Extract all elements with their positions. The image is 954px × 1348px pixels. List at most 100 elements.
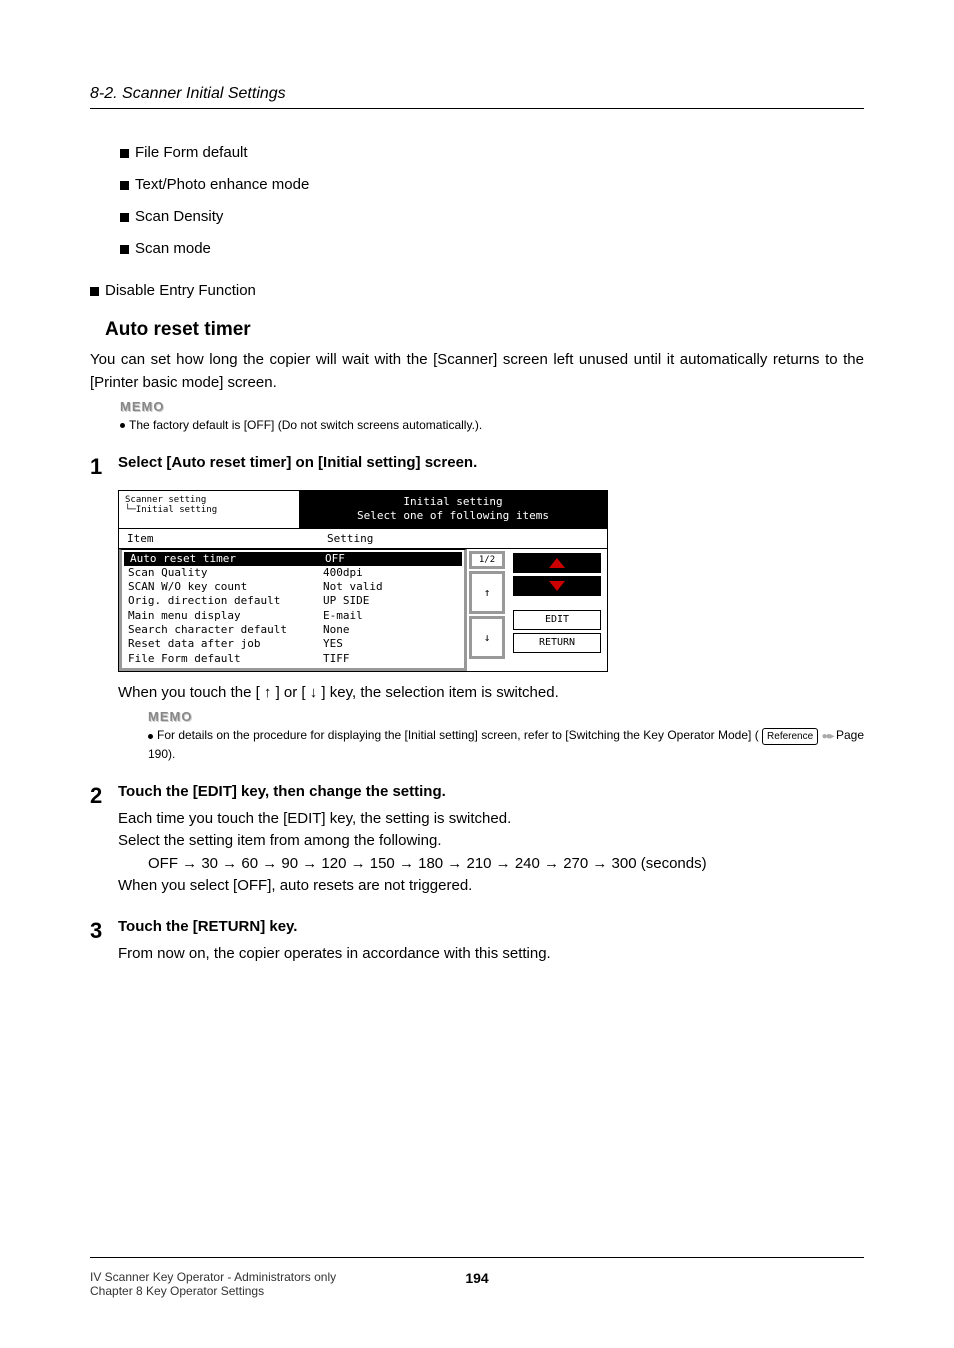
list-row: Orig. direction defaultUP SIDE [122, 594, 464, 608]
list-row: SCAN W/O key countNot valid [122, 580, 464, 594]
footer-line1: IV Scanner Key Operator - Administrators… [90, 1270, 336, 1284]
return-button[interactable]: RETURN [513, 633, 601, 653]
footer-left: IV Scanner Key Operator - Administrators… [90, 1270, 336, 1298]
list-row: Auto reset timerOFF [124, 552, 462, 566]
square-bullet-icon [120, 181, 129, 190]
bullet-item: Text/Photo enhance mode [120, 176, 864, 193]
row-value: YES [323, 637, 343, 651]
screen-breadcrumb: Scanner setting └─Initial setting [119, 491, 299, 528]
screen-title: Initial setting Select one of following … [299, 491, 607, 528]
row-label: File Form default [128, 652, 323, 666]
list-row: Reset data after jobYES [122, 637, 464, 651]
step-body-values: OFF → 30 → 60 → 90 → 120 → 150 → 180 → 2… [148, 853, 864, 876]
row-value: None [323, 623, 350, 637]
col-setting: Setting [327, 532, 599, 545]
red-up-indicator [513, 553, 601, 573]
screen-mockup: Scanner setting └─Initial setting Initia… [118, 490, 608, 672]
step-1: 1 Select [Auto reset timer] on [Initial … [90, 454, 864, 480]
breadcrumb-2: └─Initial setting [125, 505, 293, 515]
step-content: Select [Auto reset timer] on [Initial se… [118, 454, 864, 479]
dot-icon [148, 734, 153, 739]
bullet-item: Scan Density [120, 208, 864, 225]
step-number: 1 [90, 454, 118, 480]
list-row: Scan Quality400dpi [122, 566, 464, 580]
list-row: Search character defaultNone [122, 623, 464, 637]
intro-text: You can set how long the copier will wai… [90, 349, 864, 394]
row-label: SCAN W/O key count [128, 580, 323, 594]
memo-label: MEMO [120, 399, 864, 414]
screen-buttons: EDIT RETURN [507, 549, 607, 671]
bullet-item: File Form default [120, 144, 864, 161]
list-row: File Form defaultTIFF [122, 652, 464, 666]
square-bullet-icon [120, 245, 129, 254]
page-indicator: 1/2 [469, 551, 505, 569]
up-arrow-button[interactable]: ↑ [469, 571, 505, 614]
bullet-text: Text/Photo enhance mode [135, 176, 309, 193]
row-value: OFF [325, 552, 345, 566]
square-bullet-icon [120, 149, 129, 158]
row-label: Reset data after job [128, 637, 323, 651]
edit-button[interactable]: EDIT [513, 610, 601, 630]
bullet-item: Disable Entry Function [90, 282, 864, 299]
dot-icon [120, 423, 125, 428]
red-pointer-up-icon [549, 558, 565, 568]
step-body-line: When you select [OFF], auto resets are n… [118, 875, 864, 898]
screen-container: Scanner setting └─Initial setting Initia… [118, 490, 608, 672]
screen-header: Scanner setting └─Initial setting Initia… [119, 491, 607, 529]
red-down-indicator [513, 576, 601, 596]
row-label: Scan Quality [128, 566, 323, 580]
screen-title-2: Select one of following items [307, 509, 599, 523]
step-title: Select [Auto reset timer] on [Initial se… [118, 454, 864, 471]
row-value: E-mail [323, 609, 363, 623]
screen-title-1: Initial setting [307, 495, 599, 509]
memo-label: MEMO [148, 709, 864, 724]
step-content: Touch the [RETURN] key. From now on, the… [118, 918, 864, 966]
bullet-text: Disable Entry Function [105, 282, 256, 299]
row-value: UP SIDE [323, 594, 369, 608]
row-label: Search character default [128, 623, 323, 637]
step-body-line: Each time you touch the [EDIT] key, the … [118, 808, 864, 831]
step1-after-text: When you touch the [ ↑ ] or [ ↓ ] key, t… [118, 682, 864, 705]
row-value: TIFF [323, 652, 350, 666]
step-title: Touch the [RETURN] key. [118, 918, 864, 935]
row-label: Auto reset timer [130, 552, 325, 566]
row-value: Not valid [323, 580, 383, 594]
breadcrumb-1: Scanner setting [125, 495, 293, 505]
row-label: Orig. direction default [128, 594, 323, 608]
step-2: 2 Touch the [EDIT] key, then change the … [90, 783, 864, 898]
step-body-line: Select the setting item from among the f… [118, 830, 864, 853]
square-bullet-icon [90, 287, 99, 296]
row-label: Main menu display [128, 609, 323, 623]
step-content: Touch the [EDIT] key, then change the se… [118, 783, 864, 898]
step-number: 2 [90, 783, 118, 809]
step-3: 3 Touch the [RETURN] key. From now on, t… [90, 918, 864, 966]
row-value: 400dpi [323, 566, 363, 580]
reference-badge: Reference [762, 728, 818, 745]
bullet-item: Scan mode [120, 240, 864, 257]
screen-list: Auto reset timerOFF Scan Quality400dpi S… [119, 549, 467, 671]
step-title: Touch the [EDIT] key, then change the se… [118, 783, 864, 800]
square-bullet-icon [120, 213, 129, 222]
red-pointer-down-icon [549, 581, 565, 591]
col-item: Item [127, 532, 327, 545]
screen-column-headers: Item Setting [119, 529, 607, 549]
down-arrow-button[interactable]: ↓ [469, 616, 505, 659]
main-heading: Auto reset timer [105, 319, 864, 341]
bullet-text: File Form default [135, 144, 248, 161]
memo-text: For details on the procedure for display… [148, 726, 864, 762]
screen-scroller: 1/2 ↑ ↓ [467, 549, 507, 671]
footer-line2: Chapter 8 Key Operator Settings [90, 1284, 336, 1298]
memo-content: The factory default is [OFF] (Do not swi… [129, 418, 482, 432]
screen-body: Auto reset timerOFF Scan Quality400dpi S… [119, 549, 607, 671]
bullet-list: File Form default Text/Photo enhance mod… [120, 144, 864, 257]
page-number: 194 [465, 1270, 488, 1286]
step-number: 3 [90, 918, 118, 944]
bullet-text: Scan Density [135, 208, 223, 225]
section-header: 8-2. Scanner Initial Settings [90, 85, 864, 109]
step-body-line: From now on, the copier operates in acco… [118, 943, 864, 966]
memo-text: The factory default is [OFF] (Do not swi… [120, 416, 864, 434]
memo2-prefix: For details on the procedure for display… [157, 728, 762, 742]
ref-arrows-icon: ●●▸ [822, 731, 833, 742]
bullet-text: Scan mode [135, 240, 211, 257]
list-row: Main menu displayE-mail [122, 609, 464, 623]
